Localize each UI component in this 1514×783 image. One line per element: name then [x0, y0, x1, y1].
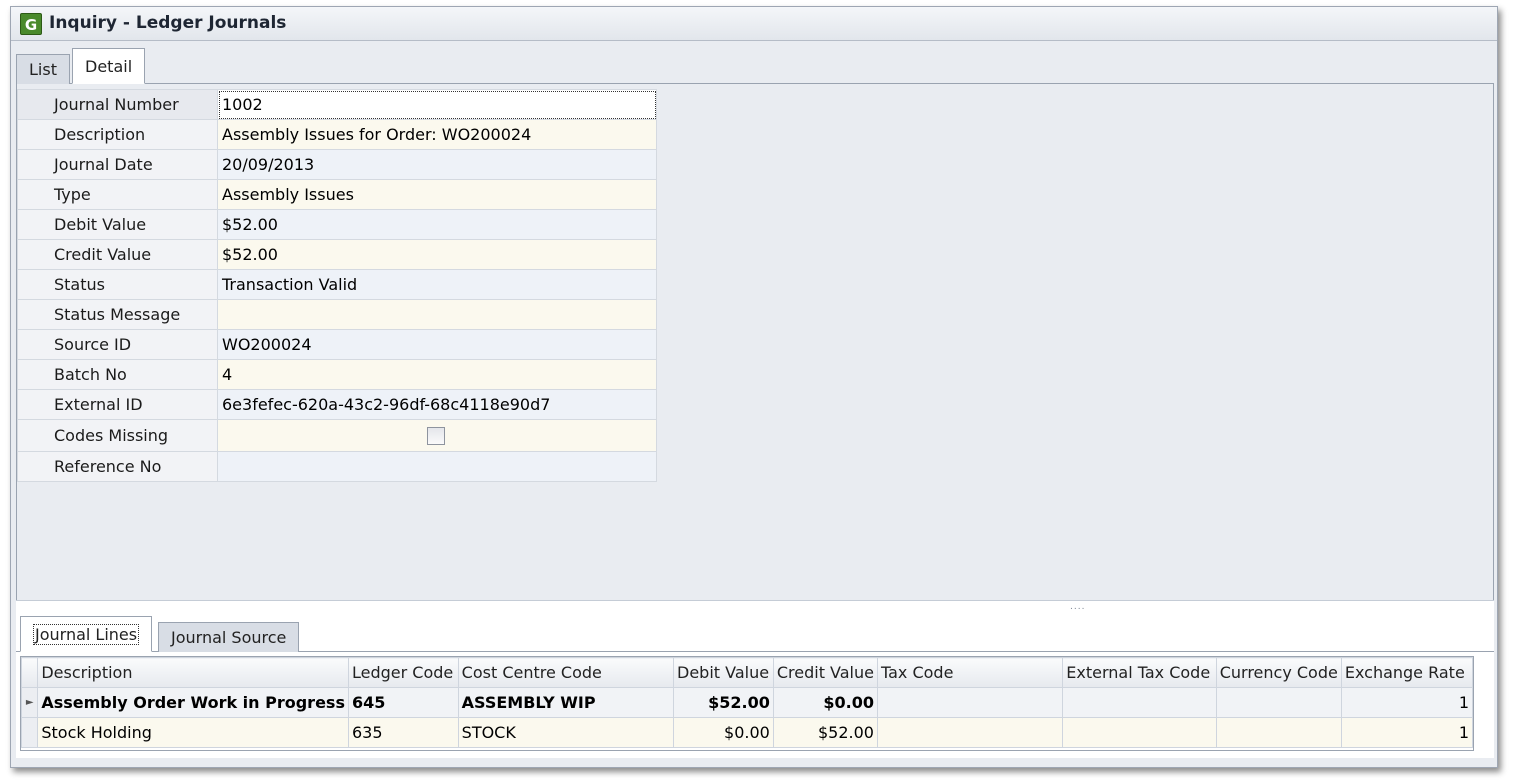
- journal-lines-table: Description Ledger Code Cost Centre Code…: [20, 657, 1474, 748]
- detail-tabstrip: List Detail: [16, 44, 1494, 84]
- column-header-ledger-code[interactable]: Ledger Code: [347, 657, 459, 688]
- field-label: Journal Number: [17, 89, 218, 120]
- field-credit-value[interactable]: Credit Value $52.00: [17, 239, 657, 270]
- cell-currency-code[interactable]: [1215, 687, 1342, 718]
- cell-debit-value[interactable]: $52.00: [673, 687, 774, 718]
- field-status[interactable]: Status Transaction Valid: [17, 269, 657, 300]
- cell-debit-value[interactable]: $0.00: [673, 717, 774, 748]
- column-header-currency-code[interactable]: Currency Code: [1215, 657, 1342, 688]
- cell-exchange-rate[interactable]: 1: [1340, 687, 1474, 718]
- window-title: Inquiry - Ledger Journals: [49, 13, 287, 33]
- title-bar: G Inquiry - Ledger Journals: [11, 7, 1497, 41]
- field-label: Codes Missing: [17, 419, 218, 452]
- cell-description[interactable]: Stock Holding: [37, 717, 349, 748]
- field-value[interactable]: $52.00: [217, 239, 657, 270]
- field-value[interactable]: [217, 299, 657, 330]
- tab-detail[interactable]: Detail: [72, 48, 146, 84]
- field-value[interactable]: 1002: [217, 89, 657, 120]
- field-value[interactable]: $52.00: [217, 209, 657, 240]
- cell-exchange-rate[interactable]: 1: [1340, 717, 1474, 748]
- cell-ledger-code[interactable]: 635: [347, 717, 459, 748]
- field-description[interactable]: Description Assembly Issues for Order: W…: [17, 119, 657, 150]
- field-reference-no[interactable]: Reference No: [17, 451, 657, 482]
- journal-lines-grid: Description Ledger Code Cost Centre Code…: [20, 656, 1474, 751]
- table-row[interactable]: ► Assembly Order Work in Progress 645 AS…: [20, 687, 1474, 718]
- cell-currency-code[interactable]: [1215, 717, 1342, 748]
- row-selector[interactable]: [20, 717, 39, 748]
- cell-cost-centre-code[interactable]: STOCK: [457, 717, 675, 748]
- app-logo-icon: G: [20, 13, 42, 35]
- column-header-cost-centre-code[interactable]: Cost Centre Code: [457, 657, 675, 688]
- field-external-id[interactable]: External ID 6e3fefec-620a-43c2-96df-68c4…: [17, 389, 657, 420]
- tab-list[interactable]: List: [16, 54, 70, 84]
- field-type[interactable]: Type Assembly Issues: [17, 179, 657, 210]
- field-label: Description: [17, 119, 218, 150]
- field-label: Debit Value: [17, 209, 218, 240]
- field-label: Reference No: [17, 451, 218, 482]
- tab-label: Journal Lines: [33, 624, 140, 645]
- field-label: External ID: [17, 389, 218, 420]
- cell-ledger-code[interactable]: 645: [347, 687, 459, 718]
- row-indicator-icon[interactable]: ►: [20, 687, 39, 718]
- field-value[interactable]: Assembly Issues: [217, 179, 657, 210]
- column-header-description[interactable]: Description: [37, 657, 349, 688]
- cell-tax-code[interactable]: [876, 717, 1064, 748]
- field-label: Status: [17, 269, 218, 300]
- tab-journal-lines[interactable]: Journal Lines: [20, 616, 153, 652]
- field-value: [217, 419, 657, 452]
- cell-cost-centre-code[interactable]: ASSEMBLY WIP: [457, 687, 675, 718]
- field-value[interactable]: Assembly Issues for Order: WO200024: [217, 119, 657, 150]
- field-value[interactable]: WO200024: [217, 329, 657, 360]
- cell-tax-code[interactable]: [876, 687, 1064, 718]
- field-label: Source ID: [17, 329, 218, 360]
- cell-external-tax-code[interactable]: [1062, 717, 1217, 748]
- field-codes-missing[interactable]: Codes Missing: [17, 419, 657, 452]
- field-label: Batch No: [17, 359, 218, 390]
- field-value[interactable]: [217, 451, 657, 482]
- splitter-grip-icon: ....: [1070, 602, 1086, 612]
- lines-area: Journal Lines Journal Source Description…: [16, 612, 1494, 758]
- field-label: Type: [17, 179, 218, 210]
- column-header-debit-value[interactable]: Debit Value: [673, 657, 774, 688]
- lines-tabstrip: Journal Lines Journal Source: [16, 612, 1494, 652]
- grid-header-row: Description Ledger Code Cost Centre Code…: [20, 657, 1474, 688]
- table-row[interactable]: Stock Holding 635 STOCK $0.00 $52.00 1: [20, 717, 1474, 748]
- column-header-exchange-rate[interactable]: Exchange Rate: [1340, 657, 1474, 688]
- field-status-message[interactable]: Status Message: [17, 299, 657, 330]
- field-label: Journal Date: [17, 149, 218, 180]
- field-value[interactable]: 6e3fefec-620a-43c2-96df-68c4118e90d7: [217, 389, 657, 420]
- field-journal-number[interactable]: Journal Number 1002: [17, 89, 657, 120]
- column-header-external-tax-code[interactable]: External Tax Code: [1062, 657, 1217, 688]
- field-source-id[interactable]: Source ID WO200024: [17, 329, 657, 360]
- cell-description[interactable]: Assembly Order Work in Progress: [37, 687, 349, 718]
- codes-missing-checkbox[interactable]: [427, 427, 445, 446]
- column-header-credit-value[interactable]: Credit Value: [772, 657, 878, 688]
- detail-panel: Journal Number 1002 Description Assembly…: [16, 84, 1494, 600]
- property-grid: Journal Number 1002 Description Assembly…: [17, 89, 657, 482]
- field-journal-date[interactable]: Journal Date 20/09/2013: [17, 149, 657, 180]
- cell-external-tax-code[interactable]: [1062, 687, 1217, 718]
- field-label: Credit Value: [17, 239, 218, 270]
- field-value[interactable]: 4: [217, 359, 657, 390]
- field-label: Status Message: [17, 299, 218, 330]
- row-selector-header: [20, 657, 39, 688]
- field-value[interactable]: Transaction Valid: [217, 269, 657, 300]
- cell-credit-value[interactable]: $0.00: [772, 687, 878, 718]
- cell-credit-value[interactable]: $52.00: [772, 717, 878, 748]
- field-batch-no[interactable]: Batch No 4: [17, 359, 657, 390]
- field-value[interactable]: 20/09/2013: [217, 149, 657, 180]
- field-debit-value[interactable]: Debit Value $52.00: [17, 209, 657, 240]
- tab-journal-source[interactable]: Journal Source: [158, 622, 300, 652]
- column-header-tax-code[interactable]: Tax Code: [876, 657, 1064, 688]
